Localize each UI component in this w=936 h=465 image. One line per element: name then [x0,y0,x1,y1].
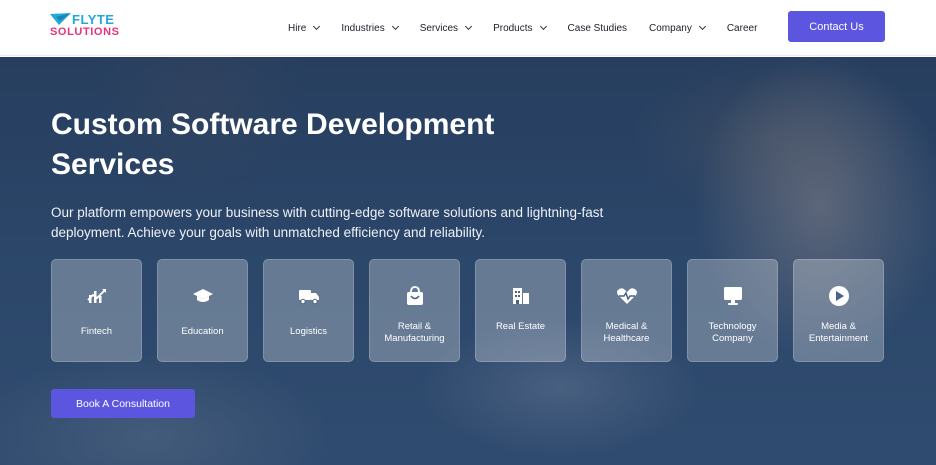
hero-title: Custom Software Development Services [51,108,495,181]
nav-item-label: Case Studies [567,22,628,34]
industry-card-label: Real Estate [495,321,546,332]
nav-item-company[interactable]: Company [649,22,706,34]
graduation-cap-icon [158,284,247,308]
building-icon [476,284,565,308]
hero-section: Custom Software Development Services Our… [0,57,936,465]
chevron-down-icon [391,22,399,31]
nav-item-industries[interactable]: Industries [341,22,399,34]
nav-item-label: Company [649,22,692,34]
nav-item-hire[interactable]: Hire [288,22,321,34]
industry-card-label: Fintech [80,326,113,337]
nav-item-label: Products [493,22,533,34]
nav-item-label: Industries [341,22,385,34]
chevron-down-icon [539,22,547,31]
industry-card-label: Logistics [290,326,327,337]
industry-card-label: Medical & Healthcare [603,321,650,344]
brand-name-top: FLYTE [72,12,115,27]
brand-name-bottom: SOLUTIONS [50,26,120,38]
book-consultation-button[interactable]: Book A Consultation [51,389,195,418]
industry-card-real-estate[interactable]: Real Estate [475,259,566,362]
chevron-down-icon [465,22,473,31]
chevron-down-icon [313,22,321,31]
industry-card-education[interactable]: Education [157,259,248,362]
nav-item-label: Hire [288,22,307,34]
industry-card-media-entertainment[interactable]: Media & Entertainment [793,259,884,362]
nav-item-career[interactable]: Career [727,23,758,34]
nav-item-products[interactable]: Products [493,22,547,34]
truck-icon [264,284,353,308]
industry-card-label: Education [181,326,224,337]
play-icon [794,284,883,308]
industry-card-label: Retail & Manufacturing [384,321,445,344]
heartbeat-icon [582,284,671,308]
industry-card-label: Media & Entertainment [808,321,869,344]
fintech-icon [52,284,141,308]
main-nav: Hire Industries Services Products Case S… [288,0,779,56]
brand-logo[interactable]: FLYTE SOLUTIONS [50,13,120,39]
hero-description: Our platform empowers your business with… [51,205,604,240]
shopping-bag-icon [370,284,459,308]
paper-plane-icon [50,13,71,25]
industry-card-retail-manufacturing[interactable]: Retail & Manufacturing [369,259,460,362]
chevron-down-icon [698,22,706,31]
nav-item-case-studies[interactable]: Case Studies [568,23,627,34]
contact-us-button[interactable]: Contact Us [788,11,885,42]
monitor-icon [688,284,777,308]
nav-item-services[interactable]: Services [419,22,473,34]
nav-item-label: Career [726,22,758,34]
industry-card-fintech[interactable]: Fintech [51,259,142,362]
nav-item-label: Services [419,22,459,34]
industry-card-logistics[interactable]: Logistics [263,259,354,362]
industry-card-technology-company[interactable]: Technology Company [687,259,778,362]
industry-card-medical-healthcare[interactable]: Medical & Healthcare [581,259,672,362]
site-header: FLYTE SOLUTIONS Hire Industries Services… [0,0,936,56]
industry-card-label: Technology Company [708,321,757,344]
